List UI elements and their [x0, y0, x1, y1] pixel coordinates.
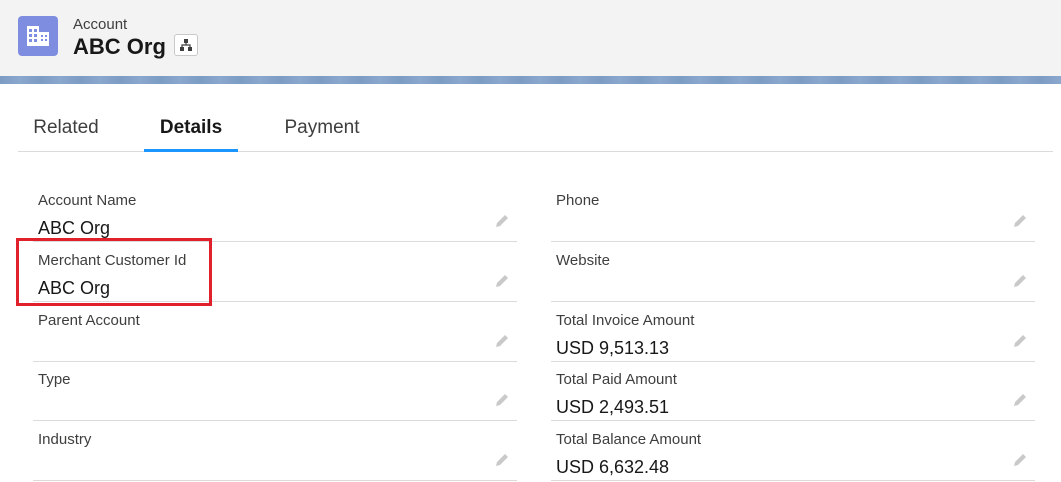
- pencil-icon[interactable]: [493, 212, 511, 230]
- field-value: USD 6,632.48: [556, 457, 670, 477]
- field-total-balance-amount: Total Balance Amount USD 6,632.48: [551, 421, 1035, 481]
- record-header: Account ABC Org: [0, 0, 1061, 80]
- pencil-icon[interactable]: [1011, 332, 1029, 350]
- field-account-name: Account Name ABC Org: [33, 182, 517, 242]
- tab-related[interactable]: Related: [18, 104, 114, 152]
- view-hierarchy-button[interactable]: [174, 34, 198, 56]
- field-type: Type: [33, 361, 517, 421]
- field-total-paid-amount: Total Paid Amount USD 2,493.51: [551, 361, 1035, 421]
- tab-details[interactable]: Details: [144, 104, 238, 152]
- field-label: Parent Account: [38, 312, 140, 329]
- pencil-icon[interactable]: [493, 391, 511, 409]
- account-building-icon: [18, 16, 58, 56]
- pencil-icon[interactable]: [493, 332, 511, 350]
- field-value: ABC Org: [38, 218, 111, 238]
- field-label: Type: [38, 371, 71, 388]
- tab-payment[interactable]: Payment: [272, 104, 372, 152]
- field-total-invoice-amount: Total Invoice Amount USD 9,513.13: [551, 302, 1035, 362]
- field-label: Account Name: [38, 192, 137, 209]
- pencil-icon[interactable]: [1011, 212, 1029, 230]
- pencil-icon[interactable]: [493, 272, 511, 290]
- field-label: Total Paid Amount: [556, 371, 677, 388]
- hierarchy-icon: [180, 39, 192, 51]
- field-value: USD 2,493.51: [556, 397, 670, 417]
- field-label: Website: [556, 252, 610, 269]
- field-parent-account: Parent Account: [33, 302, 517, 362]
- record-tabs: Related Details Payment: [18, 104, 1053, 152]
- field-label: Total Invoice Amount: [556, 312, 695, 329]
- field-website: Website: [551, 242, 1035, 302]
- field-industry: Industry: [33, 421, 517, 481]
- object-type-label: Account: [73, 16, 128, 33]
- pencil-icon[interactable]: [1011, 391, 1029, 409]
- field-label: Industry: [38, 431, 92, 448]
- pencil-icon[interactable]: [493, 451, 511, 469]
- header-decoration: [0, 76, 1061, 84]
- pencil-icon[interactable]: [1011, 272, 1029, 290]
- field-label: Total Balance Amount: [556, 431, 702, 448]
- pencil-icon[interactable]: [1011, 451, 1029, 469]
- field-label: Phone: [556, 192, 600, 209]
- field-value: USD 9,513.13: [556, 338, 670, 358]
- highlight-annotation-box: [16, 238, 212, 306]
- record-title: ABC Org: [73, 34, 166, 59]
- field-phone: Phone: [551, 182, 1035, 242]
